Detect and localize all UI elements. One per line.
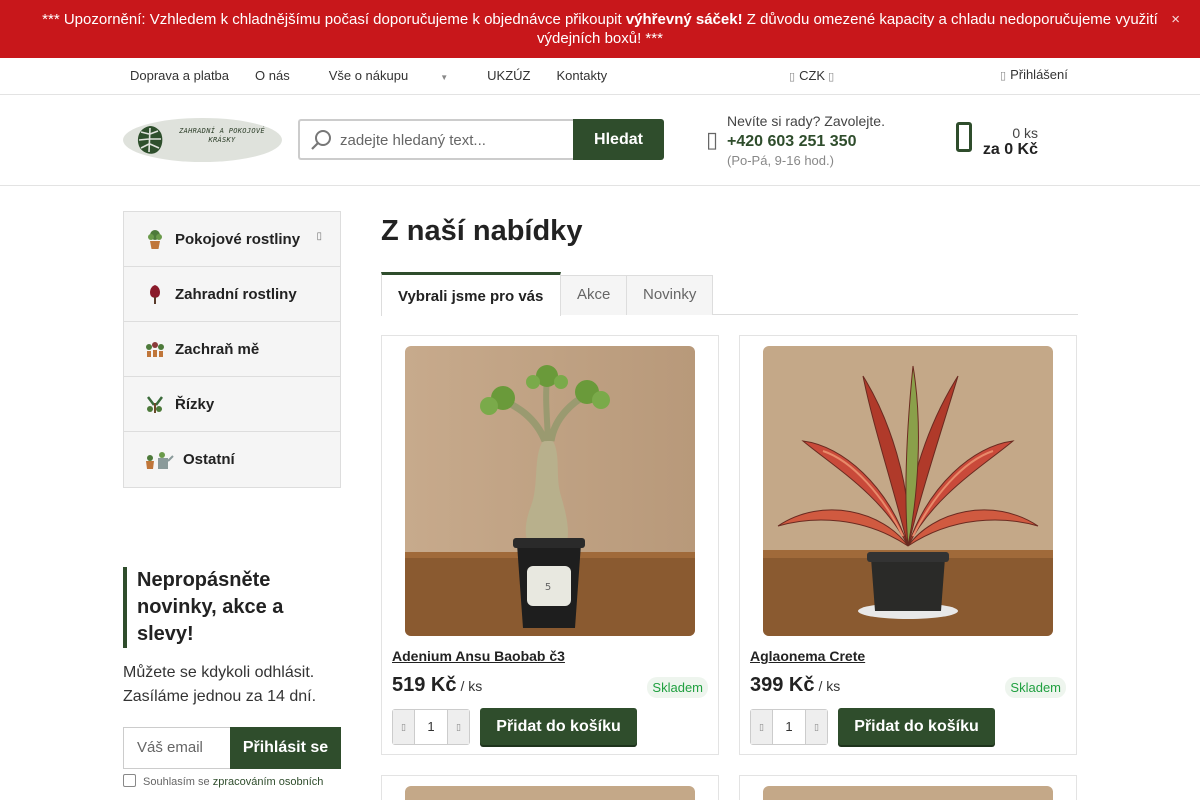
chevron-right-icon: ▯	[316, 231, 322, 242]
newsletter-consent: Souhlasím se zpracováním osobních	[123, 774, 341, 790]
adenium-photo: 5	[405, 346, 695, 636]
category-label: Zachraň mě	[175, 340, 260, 358]
product-name[interactable]: Aglaonema Crete	[750, 648, 865, 664]
plants-rescue-icon	[146, 342, 164, 357]
product-image[interactable]	[763, 786, 1053, 800]
consent-link[interactable]: zpracováním osobních	[213, 776, 324, 788]
price-value: 519 Kč	[392, 674, 457, 696]
contact-phone[interactable]: +420 603 251 350	[727, 133, 856, 151]
currency-selector[interactable]: ▯ CZK ▯	[789, 68, 838, 83]
cuttings-icon	[147, 396, 163, 413]
nav-ukzuz[interactable]: UKZÚZ	[474, 68, 543, 83]
search-input[interactable]	[340, 129, 565, 151]
newsletter-form: Váš email Přihlásit se	[123, 727, 341, 769]
currency-label: CZK	[799, 68, 826, 83]
site-header: ZAHRADNÍ A POKOJOVÉ KRÁSKY Hledat ▯ Neví…	[0, 95, 1200, 186]
page-title: Z naší nabídky	[381, 215, 583, 247]
stock-badge: Skladem	[1005, 677, 1066, 698]
cart-summary[interactable]: 0 ks za 0 Kč	[956, 120, 1046, 160]
category-zachran-me[interactable]: Zachraň mě	[124, 322, 340, 377]
tab-vybrali-jsme[interactable]: Vybrali jsme pro vás	[381, 272, 561, 316]
category-label: Zahradní rostliny	[175, 285, 297, 303]
newsletter-email-input[interactable]: Váš email	[123, 727, 231, 769]
quantity-input[interactable]: 1	[773, 710, 805, 744]
category-zahradni-rostliny[interactable]: Zahradní rostliny	[124, 267, 340, 322]
cold-weather-alert: *** Upozornění: Vzhledem k chladnějšímu …	[0, 0, 1200, 58]
nav-kontakty[interactable]: Kontakty	[543, 68, 620, 83]
contact-hours: (Po-Pá, 9-16 hod.)	[727, 153, 834, 168]
newsletter: Nepropásněte novinky, akce a slevy! Může…	[123, 567, 341, 788]
chevron-down-icon: ▼	[440, 73, 449, 82]
currency-icon: ▯	[789, 71, 796, 83]
quantity-stepper: ▯ 1 ▯	[750, 709, 828, 745]
login-link[interactable]: ▯ Přihlášení	[1000, 67, 1068, 82]
product-card: Aglaonema Crete 399 Kč / ks Skladem ▯ 1 ▯…	[739, 335, 1077, 755]
monstera-leaf-icon	[137, 126, 163, 154]
alert-text-bold: výhřevný sáček!	[625, 11, 743, 28]
tree-icon	[150, 285, 160, 304]
search-field	[298, 119, 574, 160]
stock-badge: Skladem	[647, 677, 708, 698]
product-price: 399 Kč / ks	[750, 674, 840, 697]
product-card: 5 Adenium Ansu Baobab č3 519 Kč / ks Skla…	[381, 335, 719, 755]
price-unit: / ks	[818, 678, 841, 694]
nav-vse-o-nakupu[interactable]: Vše o nákupu ▼	[303, 68, 474, 83]
price-value: 399 Kč	[750, 674, 815, 696]
category-label: Pokojové rostliny	[175, 230, 301, 248]
cart-total: za 0 Kč	[982, 141, 1038, 158]
add-to-cart-button[interactable]: Přidat do košíku	[838, 708, 995, 745]
consent-text: Souhlasím se	[143, 776, 213, 788]
nav-vse-o-nakupu-label: Vše o nákupu	[328, 68, 409, 83]
plus-icon[interactable]: ▯	[805, 710, 827, 744]
product-card	[381, 775, 719, 800]
aglaonema-photo	[763, 346, 1053, 636]
price-unit: / ks	[460, 678, 483, 694]
svg-text:5: 5	[545, 582, 551, 593]
product-price: 519 Kč / ks	[392, 674, 482, 697]
category-rizky[interactable]: Řízky	[124, 377, 340, 432]
quantity-stepper: ▯ 1 ▯	[392, 709, 470, 745]
product-card	[739, 775, 1077, 800]
contact-title: Nevíte si rady? Zavolejte.	[727, 113, 885, 129]
newsletter-title: Nepropásněte novinky, akce a slevy!	[123, 567, 341, 648]
alert-text-start: *** Upozornění: Vzhledem k chladnějšímu …	[42, 11, 626, 28]
product-image[interactable]: 5	[405, 346, 695, 636]
category-ostatni[interactable]: Ostatní	[124, 432, 340, 487]
logo-text: ZAHRADNÍ A POKOJOVÉ KRÁSKY	[179, 127, 265, 144]
search-button[interactable]: Hledat	[573, 119, 664, 160]
nav-doprava[interactable]: Doprava a platba	[117, 68, 242, 83]
product-name[interactable]: Adenium Ansu Baobab č3	[392, 648, 565, 664]
close-icon[interactable]: ×	[1171, 10, 1180, 29]
search-icon	[311, 130, 331, 150]
minus-icon[interactable]: ▯	[751, 710, 773, 744]
watering-can-icon	[146, 451, 174, 469]
search-form: Hledat	[298, 119, 664, 160]
minus-icon[interactable]: ▯	[393, 710, 415, 744]
add-to-cart-button[interactable]: Přidat do košíku	[480, 708, 637, 745]
product-image[interactable]	[405, 786, 695, 800]
potted-plant-icon	[148, 230, 162, 249]
product-image[interactable]	[763, 346, 1053, 636]
consent-checkbox[interactable]	[123, 774, 136, 787]
cart-quantity: 0 ks	[1012, 125, 1038, 141]
newsletter-description: Můžete se kdykoli odhlásit. Zasíláme jed…	[123, 664, 317, 705]
tab-akce[interactable]: Akce	[560, 275, 627, 315]
category-pokojove-rostliny[interactable]: Pokojové rostliny ▯	[124, 212, 340, 267]
product-tabs: Vybrali jsme pro vás Akce Novinky	[381, 272, 1078, 316]
login-label: Přihlášení	[1010, 67, 1068, 82]
cart-icon	[956, 122, 972, 152]
category-menu: Pokojové rostliny ▯ Zahradní rostliny Za…	[123, 211, 341, 488]
newsletter-submit-button[interactable]: Přihlásit se	[230, 727, 341, 769]
tab-novinky[interactable]: Novinky	[626, 275, 713, 315]
phone-icon: ▯	[706, 127, 719, 152]
category-label: Řízky	[175, 395, 215, 413]
top-navigation: Doprava a platba O nás Vše o nákupu ▼ UKZ…	[0, 58, 1200, 95]
site-logo[interactable]: ZAHRADNÍ A POKOJOVÉ KRÁSKY	[123, 118, 282, 162]
user-icon: ▯	[1000, 70, 1007, 82]
category-label: Ostatní	[183, 451, 235, 468]
plus-icon[interactable]: ▯	[447, 710, 469, 744]
nav-o-nas[interactable]: O nás	[242, 68, 303, 83]
chevron-down-icon: ▯	[828, 71, 835, 83]
quantity-input[interactable]: 1	[415, 710, 447, 744]
